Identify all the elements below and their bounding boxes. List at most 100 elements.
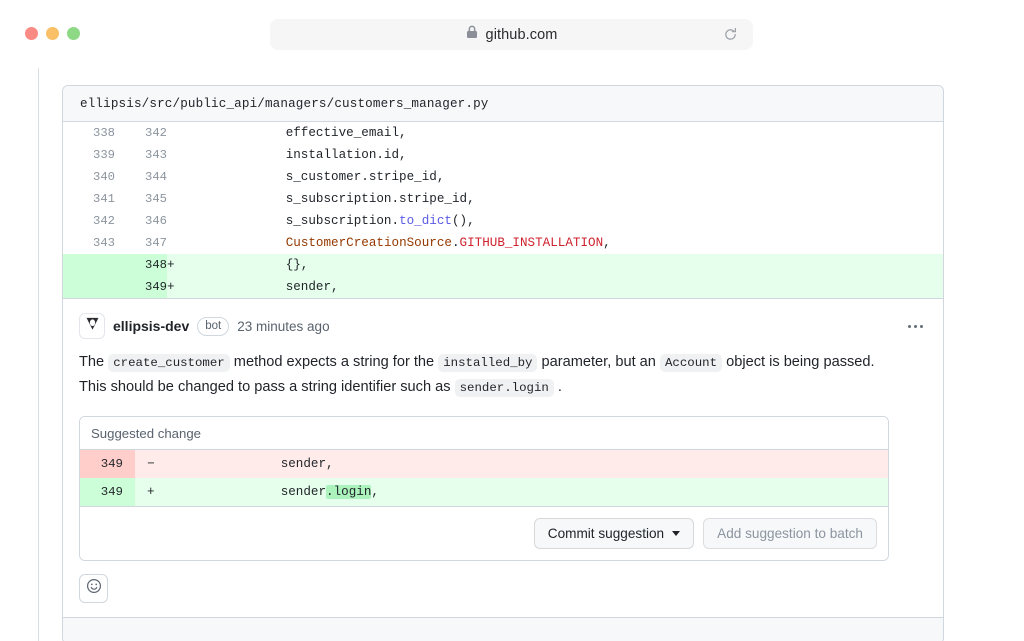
- comment-author[interactable]: ellipsis-dev: [113, 318, 189, 334]
- comment-header: ellipsis-dev bot 23 minutes ago: [79, 313, 927, 339]
- diff-code-seg: [195, 236, 286, 250]
- inline-code-account: Account: [660, 354, 722, 372]
- diff-new-line-number: 345: [115, 188, 167, 210]
- diff-new-line-number: 349: [115, 276, 167, 298]
- diff-row: 338 342 effective_email,: [63, 122, 943, 144]
- thread-footer: [63, 617, 943, 641]
- diff-row: 341 345 s_subscription.stripe_id,: [63, 188, 943, 210]
- chevron-down-icon[interactable]: [672, 531, 680, 536]
- suggested-change-box: Suggested change 349 − sender, 349 +: [79, 416, 889, 561]
- diff-body: 338 342 effective_email, 339 343 install…: [63, 122, 943, 298]
- diff-new-line-number: 344: [115, 166, 167, 188]
- suggestion-marker: −: [135, 450, 165, 478]
- diff-old-line-number: 339: [63, 144, 115, 166]
- add-suggestion-to-batch-button[interactable]: Add suggestion to batch: [703, 518, 877, 549]
- diff-code[interactable]: s_customer.stripe_id,: [195, 166, 943, 188]
- diff-marker: [167, 166, 195, 188]
- diff-table: 338 342 effective_email, 339 343 install…: [63, 122, 943, 298]
- suggestion-marker: +: [135, 478, 165, 506]
- file-path: ellipsis/src/public_api/managers/custome…: [80, 97, 489, 111]
- comment-body: The create_customer method expects a str…: [79, 350, 891, 400]
- diff-row-addition: 349 + sender,: [63, 276, 943, 298]
- diff-code[interactable]: effective_email,: [195, 122, 943, 144]
- suggestion-code: sender,: [165, 450, 888, 478]
- ellipsis-logo-icon: [84, 315, 101, 337]
- reactions-bar: [79, 561, 927, 617]
- review-thread: ellipsis/src/public_api/managers/custome…: [62, 85, 944, 641]
- page-content: ellipsis/src/public_api/managers/custome…: [0, 68, 1024, 641]
- address-bar[interactable]: github.com: [270, 19, 753, 50]
- diff-marker: [167, 232, 195, 254]
- diff-new-line-number: 348: [115, 254, 167, 276]
- traffic-lights: [25, 27, 80, 40]
- diff-old-line-number: [63, 254, 115, 276]
- diff-row: 342 346 s_subscription.to_dict(),: [63, 210, 943, 232]
- diff-code-constant: GITHUB_INSTALLATION: [460, 236, 604, 250]
- comment-timestamp[interactable]: 23 minutes ago: [237, 319, 329, 334]
- lock-icon: [466, 25, 478, 44]
- inline-code-installed-by: installed_by: [438, 354, 537, 372]
- diff-old-line-number: [63, 276, 115, 298]
- diff-new-line-number: 343: [115, 144, 167, 166]
- suggestion-actions: Commit suggestion Add suggestion to batc…: [80, 506, 888, 560]
- kebab-menu-icon[interactable]: [901, 313, 929, 339]
- inline-code-sender-login: sender.login: [455, 379, 554, 397]
- diff-row: 340 344 s_customer.stripe_id,: [63, 166, 943, 188]
- inline-code-create-customer: create_customer: [108, 354, 230, 372]
- browser-chrome: github.com: [0, 0, 1024, 68]
- diff-old-line-number: 343: [63, 232, 115, 254]
- suggestion-line-number: 349: [80, 478, 135, 506]
- commit-suggestion-label: Commit suggestion: [548, 526, 664, 541]
- diff-new-line-number: 346: [115, 210, 167, 232]
- diff-code-function: to_dict: [399, 214, 452, 228]
- diff-old-line-number: 341: [63, 188, 115, 210]
- suggestion-code-suffix: ,: [371, 485, 379, 499]
- diff-code-seg: (),: [452, 214, 475, 228]
- diff-new-line-number: 347: [115, 232, 167, 254]
- suggestion-code-highlight: .login: [326, 485, 371, 499]
- commit-suggestion-button[interactable]: Commit suggestion: [534, 518, 694, 549]
- add-reaction-button[interactable]: [79, 574, 108, 603]
- timeline-rail: [38, 68, 39, 641]
- kebab-dot: [920, 325, 923, 328]
- window-maximize-button[interactable]: [67, 27, 80, 40]
- suggestion-code: sender.login,: [165, 478, 888, 506]
- suggestion-row-deletion: 349 − sender,: [80, 450, 888, 478]
- diff-code[interactable]: installation.id,: [195, 144, 943, 166]
- window-minimize-button[interactable]: [46, 27, 59, 40]
- bot-badge: bot: [197, 317, 229, 336]
- diff-marker: +: [167, 276, 195, 298]
- suggestion-diff-table: 349 − sender, 349 + sender.login,: [80, 450, 888, 506]
- comment-text-segment: .: [554, 379, 562, 395]
- diff-marker: +: [167, 254, 195, 276]
- diff-code[interactable]: sender,: [195, 276, 943, 298]
- diff-code[interactable]: {},: [195, 254, 943, 276]
- diff-code[interactable]: CustomerCreationSource.GITHUB_INSTALLATI…: [195, 232, 943, 254]
- diff-row-addition: 348 + {},: [63, 254, 943, 276]
- diff-marker: [167, 210, 195, 232]
- diff-old-line-number: 342: [63, 210, 115, 232]
- address-bar-content: github.com: [466, 25, 558, 44]
- smiley-face-icon: [86, 578, 102, 599]
- diff-code-seg: .: [452, 236, 460, 250]
- review-comment: ellipsis-dev bot 23 minutes ago The crea…: [63, 298, 943, 617]
- kebab-dot: [908, 325, 911, 328]
- diff-code[interactable]: s_subscription.stripe_id,: [195, 188, 943, 210]
- diff-file-header: ellipsis/src/public_api/managers/custome…: [63, 86, 943, 122]
- diff-code-class: CustomerCreationSource: [286, 236, 452, 250]
- diff-marker: [167, 122, 195, 144]
- diff-code-seg: ,: [603, 236, 611, 250]
- diff-row: 343 347 CustomerCreationSource.GITHUB_IN…: [63, 232, 943, 254]
- diff-code-seg: s_subscription.: [195, 214, 399, 228]
- reload-icon[interactable]: [721, 26, 739, 44]
- suggestion-header: Suggested change: [80, 417, 888, 450]
- window-close-button[interactable]: [25, 27, 38, 40]
- suggestion-row-addition: 349 + sender.login,: [80, 478, 888, 506]
- diff-code[interactable]: s_subscription.to_dict(),: [195, 210, 943, 232]
- diff-marker: [167, 188, 195, 210]
- avatar[interactable]: [79, 313, 105, 339]
- kebab-dot: [914, 325, 917, 328]
- suggestion-line-number: 349: [80, 450, 135, 478]
- diff-marker: [167, 144, 195, 166]
- comment-text-segment: The: [79, 354, 108, 370]
